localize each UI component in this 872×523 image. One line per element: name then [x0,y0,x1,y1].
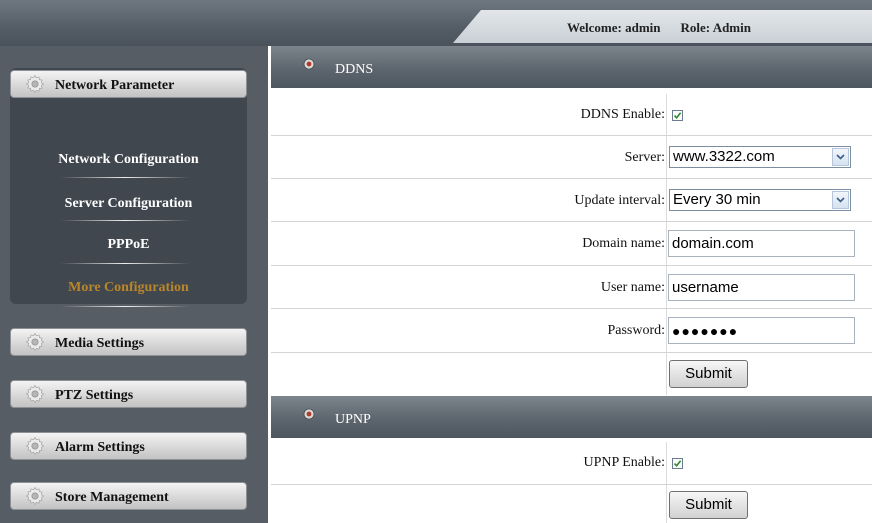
role-label: Role: [680,20,711,35]
domain-name-label: Domain name: [582,236,665,251]
update-interval-select[interactable]: Every 30 min [669,189,851,211]
welcome-banner: Welcome: admin Role: Admin [453,10,872,43]
column-divider [666,266,667,308]
chevron-down-icon[interactable] [832,191,849,209]
upnp-title: UPNP [335,412,371,427]
top-header: Welcome: admin Role: Admin [0,0,872,46]
gear-icon [25,486,45,506]
sidebar-group-label: Alarm Settings [55,440,145,455]
sidebar-group-label: Media Settings [55,336,145,351]
welcome-label: Welcome: [567,20,622,35]
domain-name-row: Domain name: domain.com [271,222,872,266]
update-interval-row: Update interval: Every 30 min [271,179,872,222]
bullet-icon [303,58,315,70]
gear-icon [25,74,45,94]
sidebar-group-network-parameter[interactable]: Network Parameter [10,70,247,98]
gear-icon [25,332,45,352]
user-name-input[interactable]: username [668,274,855,301]
domain-name-value: domain.com [672,235,754,252]
server-select-value: www.3322.com [673,148,775,165]
gear-icon [25,436,45,456]
network-parameter-panel: Network Configuration Server Configurati… [10,68,247,307]
chevron-down-icon[interactable] [832,148,849,166]
upnp-submit-button[interactable]: Submit [669,491,748,519]
server-label: Server: [624,150,665,165]
divider [60,177,190,178]
column-divider [666,136,667,178]
column-divider [666,442,667,484]
welcome-text: Welcome: admin Role: Admin [567,20,751,36]
gear-icon [25,384,45,404]
bullet-icon [303,408,315,420]
sidebar-group-label: PTZ Settings [55,388,134,403]
divider [60,220,190,221]
column-divider [666,485,667,523]
sidebar-group-label: Store Management [55,490,169,505]
domain-name-input[interactable]: domain.com [668,230,855,257]
checkmark-icon [673,460,682,468]
sidebar: Network Configuration Server Configurati… [0,46,268,523]
sidebar-item-server-configuration[interactable]: Server Configuration [10,196,247,212]
ddns-section-header: DDNS [271,46,872,88]
column-divider [666,222,667,265]
ddns-enable-checkbox[interactable] [672,110,683,121]
sidebar-item-more-configuration[interactable]: More Configuration [10,280,247,296]
column-divider [666,179,667,221]
password-row: Password: ●●●●●●● [271,309,872,353]
update-interval-label: Update interval: [574,193,665,208]
password-label: Password: [607,323,665,338]
sidebar-item-network-configuration[interactable]: Network Configuration [10,152,247,168]
role-value: Admin [712,20,751,35]
divider [60,306,190,307]
divider [60,263,190,264]
sidebar-group-label: Network Parameter [55,78,175,93]
upnp-section-header: UPNP [271,396,872,438]
user-name-label: User name: [600,280,665,295]
ddns-enable-row: DDNS Enable: [271,94,872,136]
main-content: DDNS DDNS Enable: Server: www.3322.com U… [271,46,872,523]
ddns-enable-label: DDNS Enable: [580,107,665,122]
column-divider [666,353,667,395]
welcome-user: admin [625,20,661,35]
password-input[interactable]: ●●●●●●● [668,317,855,344]
sidebar-group-ptz-settings[interactable]: PTZ Settings [10,380,247,408]
column-divider [666,309,667,352]
ddns-submit-row: Submit [271,353,872,395]
upnp-enable-row: UPNP Enable: [271,442,872,485]
column-divider [666,94,667,135]
upnp-submit-row: Submit [271,485,872,523]
server-select[interactable]: www.3322.com [669,146,851,168]
upnp-enable-checkbox[interactable] [672,458,683,469]
checkmark-icon [673,112,682,120]
ddns-title: DDNS [335,62,374,77]
password-value: ●●●●●●● [672,323,739,339]
sidebar-group-alarm-settings[interactable]: Alarm Settings [10,432,247,460]
ddns-submit-button[interactable]: Submit [669,360,748,388]
user-name-row: User name: username [271,266,872,309]
server-row: Server: www.3322.com [271,136,872,179]
user-name-value: username [672,279,739,296]
upnp-enable-label: UPNP Enable: [583,455,665,470]
sidebar-item-pppoe[interactable]: PPPoE [10,237,247,253]
sidebar-group-media-settings[interactable]: Media Settings [10,328,247,356]
update-interval-value: Every 30 min [673,191,761,208]
sidebar-group-store-management[interactable]: Store Management [10,482,247,510]
